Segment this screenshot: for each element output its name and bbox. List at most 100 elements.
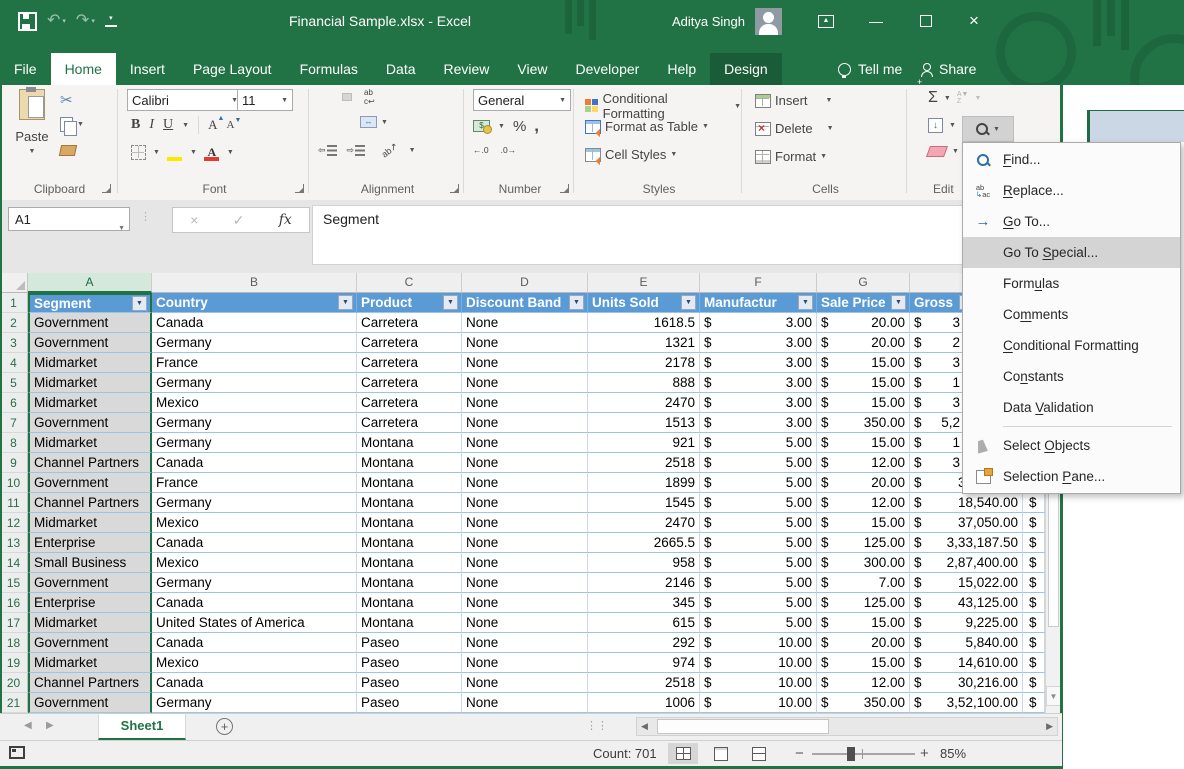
- cell-h15[interactable]: $15,022.00: [910, 573, 1023, 593]
- previous-sheet-button[interactable]: ◀: [24, 720, 32, 731]
- cell-h11[interactable]: $18,540.00: [910, 493, 1023, 513]
- maximize-button[interactable]: [915, 10, 937, 32]
- cell-e12[interactable]: 2470: [588, 513, 700, 533]
- cell-f16[interactable]: $5.00: [700, 593, 817, 613]
- align-bottom-button[interactable]: [342, 93, 352, 101]
- row-header-16[interactable]: 16: [0, 593, 28, 613]
- filter-button-units-sold[interactable]: ▼: [681, 295, 696, 310]
- chevron-down-icon[interactable]: ▼: [944, 95, 951, 102]
- cell-c3[interactable]: Carretera: [357, 333, 462, 353]
- sheet-tab-sheet1[interactable]: Sheet1: [98, 714, 186, 740]
- cell-h13[interactable]: $3,33,187.50: [910, 533, 1023, 553]
- alignment-dialog-launcher[interactable]: [450, 184, 459, 193]
- wrap-text-button[interactable]: abc↩: [364, 88, 375, 106]
- column-header-B[interactable]: B: [152, 273, 357, 293]
- zoom-level[interactable]: 85%: [940, 746, 966, 761]
- cell-d17[interactable]: None: [462, 613, 588, 633]
- merge-center-icon[interactable]: ↔: [360, 116, 377, 128]
- cell-e20[interactable]: 2518: [588, 673, 700, 693]
- cell-f14[interactable]: $5.00: [700, 553, 817, 573]
- cell-a15[interactable]: Government: [28, 573, 152, 593]
- cell-f2[interactable]: $3.00: [700, 313, 817, 333]
- cell-i12[interactable]: $: [1023, 513, 1045, 533]
- menu-item-find[interactable]: Find...: [963, 144, 1180, 175]
- cell-g20[interactable]: $12.00: [817, 673, 910, 693]
- cell-g19[interactable]: $15.00: [817, 653, 910, 673]
- cell-h21[interactable]: $3,52,100.00: [910, 693, 1023, 713]
- accounting-format-icon[interactable]: $: [473, 120, 490, 132]
- cell-c19[interactable]: Paseo: [357, 653, 462, 673]
- row-header-7[interactable]: 7: [0, 413, 28, 433]
- cell-d12[interactable]: None: [462, 513, 588, 533]
- cell-i16[interactable]: $: [1023, 593, 1045, 613]
- row-header-10[interactable]: 10: [0, 473, 28, 493]
- cell-a3[interactable]: Government: [28, 333, 152, 353]
- share-button[interactable]: Share: [920, 53, 976, 85]
- cell-e13[interactable]: 2665.5: [588, 533, 700, 553]
- cell-b7[interactable]: Germany: [152, 413, 357, 433]
- cell-h12[interactable]: $37,050.00: [910, 513, 1023, 533]
- tab-data[interactable]: Data: [372, 53, 430, 85]
- cell-i13[interactable]: $: [1023, 533, 1045, 553]
- menu-item-go-to[interactable]: →Go To...: [963, 206, 1180, 237]
- tab-home[interactable]: Home: [51, 53, 116, 85]
- cell-c21[interactable]: Paseo: [357, 693, 462, 713]
- cell-c5[interactable]: Carretera: [357, 373, 462, 393]
- row-header-15[interactable]: 15: [0, 573, 28, 593]
- chevron-down-icon[interactable]: ▼: [409, 147, 416, 154]
- cell-a9[interactable]: Channel Partners: [28, 453, 152, 473]
- cell-e19[interactable]: 974: [588, 653, 700, 673]
- column-header-A[interactable]: A: [28, 273, 152, 293]
- tab-scroll-divider[interactable]: ⋮⋮: [586, 719, 608, 732]
- row-header-8[interactable]: 8: [0, 433, 28, 453]
- menu-item-go-to-special[interactable]: Go To Special...: [963, 237, 1180, 268]
- cancel-entry-button[interactable]: ×: [190, 212, 198, 228]
- column-header-G[interactable]: G: [817, 273, 910, 293]
- cell-a20[interactable]: Channel Partners: [28, 673, 152, 693]
- cell-a2[interactable]: Government: [28, 313, 152, 333]
- row-header-5[interactable]: 5: [0, 373, 28, 393]
- cell-d4[interactable]: None: [462, 353, 588, 373]
- row-header-18[interactable]: 18: [0, 633, 28, 653]
- formula-input[interactable]: Segment: [312, 205, 1060, 265]
- new-sheet-button[interactable]: +: [216, 718, 233, 735]
- cell-e14[interactable]: 958: [588, 553, 700, 573]
- cell-g9[interactable]: $12.00: [817, 453, 910, 473]
- cell-b11[interactable]: Germany: [152, 493, 357, 513]
- cell-i15[interactable]: $: [1023, 573, 1045, 593]
- ribbon-display-options-button[interactable]: ▲: [815, 10, 837, 32]
- cell-g8[interactable]: $15.00: [817, 433, 910, 453]
- format-painter-button[interactable]: [60, 145, 76, 156]
- cell-b18[interactable]: Canada: [152, 633, 357, 653]
- header-cell-units-sold[interactable]: Units Sold▼: [588, 293, 700, 313]
- increase-font-size-button[interactable]: A▲: [208, 117, 217, 133]
- menu-item-comments[interactable]: Comments: [963, 299, 1180, 330]
- clipboard-dialog-launcher[interactable]: [102, 184, 111, 193]
- cell-f19[interactable]: $10.00: [700, 653, 817, 673]
- cell-f6[interactable]: $3.00: [700, 393, 817, 413]
- font-color-button[interactable]: A: [204, 144, 220, 161]
- font-size-select[interactable]: 11▼: [237, 89, 293, 111]
- minimize-button[interactable]: —: [865, 10, 887, 32]
- tab-formulas[interactable]: Formulas: [286, 53, 372, 85]
- menu-item-selection-pane[interactable]: Selection Pane...: [963, 461, 1180, 492]
- row-header-4[interactable]: 4: [0, 353, 28, 373]
- row-header-20[interactable]: 20: [0, 673, 28, 693]
- cell-f21[interactable]: $10.00: [700, 693, 817, 713]
- chevron-down-icon[interactable]: ▼: [952, 148, 959, 155]
- filter-button-segment[interactable]: ▼: [132, 296, 147, 311]
- cell-b8[interactable]: Germany: [152, 433, 357, 453]
- cell-e8[interactable]: 921: [588, 433, 700, 453]
- chevron-down-icon[interactable]: ▼: [190, 149, 197, 156]
- cell-f12[interactable]: $5.00: [700, 513, 817, 533]
- menu-item-select-objects[interactable]: Select Objects: [963, 430, 1180, 461]
- cell-e6[interactable]: 2470: [588, 393, 700, 413]
- next-sheet-button[interactable]: ▶: [46, 720, 54, 731]
- normal-view-button[interactable]: [668, 743, 698, 764]
- cell-b2[interactable]: Canada: [152, 313, 357, 333]
- cell-f18[interactable]: $10.00: [700, 633, 817, 653]
- column-header-D[interactable]: D: [462, 273, 588, 293]
- cell-i21[interactable]: $: [1023, 693, 1045, 713]
- cell-g5[interactable]: $15.00: [817, 373, 910, 393]
- cell-g10[interactable]: $20.00: [817, 473, 910, 493]
